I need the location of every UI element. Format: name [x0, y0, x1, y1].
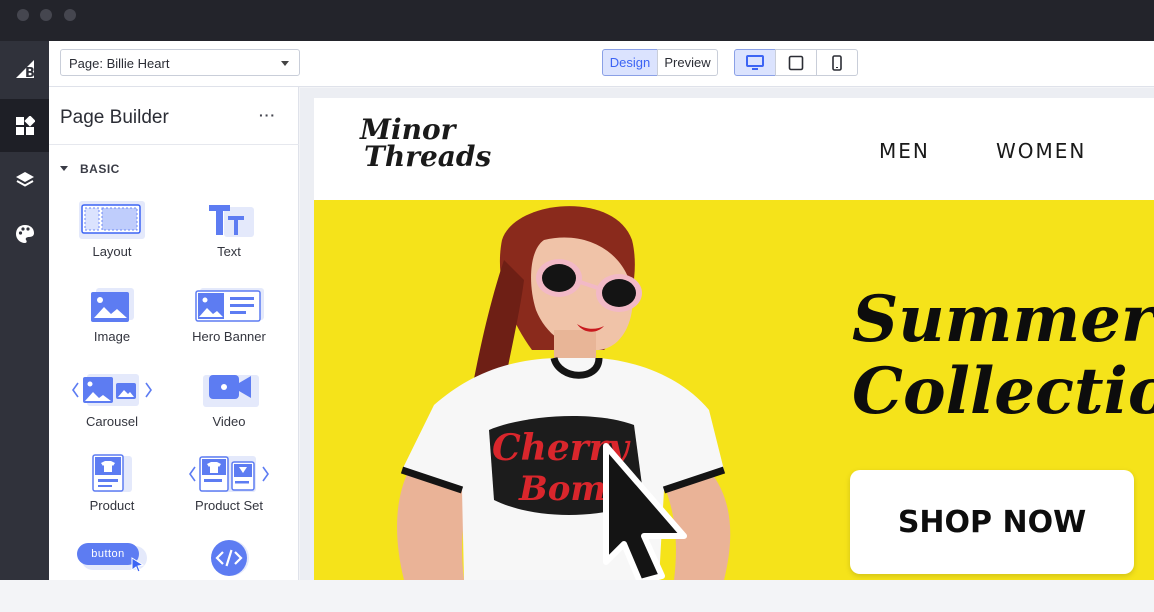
- hero-headline: Summer Collectio: [852, 284, 1154, 428]
- layout-icon: [57, 199, 167, 241]
- widget-button[interactable]: button: [57, 537, 167, 612]
- section-basic-header[interactable]: BASIC: [80, 162, 120, 176]
- hero-banner[interactable]: Cherry Bomb Summer Collectio SHOP NOW: [314, 200, 1154, 580]
- cursor-arrow-icon: [131, 557, 145, 573]
- widget-product[interactable]: Product: [57, 453, 167, 528]
- design-mode-button[interactable]: Design: [602, 49, 658, 76]
- headline-line-1: Summer: [852, 282, 1154, 357]
- button-icon: button: [57, 537, 167, 579]
- tablet-view-button[interactable]: [775, 49, 817, 76]
- window-title-bar: [0, 0, 1154, 41]
- hero-model-image: Cherry Bomb: [397, 206, 731, 580]
- theme-palette-icon[interactable]: [0, 207, 49, 260]
- svg-text:B: B: [25, 66, 35, 81]
- widget-image[interactable]: Image: [57, 284, 167, 359]
- desktop-view-button[interactable]: [734, 49, 776, 76]
- product-set-icon: [174, 453, 284, 495]
- page-builder-panel: Page Builder ··· BASIC Layout Text Image…: [49, 87, 299, 580]
- hero-banner-icon: [174, 284, 284, 326]
- bigcommerce-logo-icon[interactable]: B: [0, 43, 49, 96]
- window-minimize-dot[interactable]: [40, 9, 52, 21]
- carousel-icon: [57, 369, 167, 411]
- shop-now-button[interactable]: SHOP NOW: [850, 470, 1134, 574]
- widget-label: Video: [212, 414, 246, 429]
- top-toolbar: Page: Billie Heart Design Preview: [49, 41, 1154, 87]
- button-widget-sample: button: [77, 543, 139, 565]
- widget-label: Hero Banner: [192, 329, 266, 344]
- page-selector-dropdown[interactable]: Page: Billie Heart: [60, 49, 300, 76]
- widget-label: Product Set: [195, 498, 263, 513]
- more-options-button[interactable]: ···: [259, 107, 276, 123]
- logo-line-2: Threads: [364, 140, 492, 173]
- video-icon: [174, 369, 284, 411]
- image-icon: [57, 284, 167, 326]
- store-logo[interactable]: Minor Threads: [360, 113, 492, 173]
- mobile-view-button[interactable]: [816, 49, 858, 76]
- panel-title: Page Builder: [60, 107, 169, 128]
- widget-text[interactable]: Text: [174, 199, 284, 274]
- widget-product-set[interactable]: Product Set: [174, 453, 284, 528]
- widget-hero-banner[interactable]: Hero Banner: [174, 284, 284, 359]
- panel-divider: [49, 144, 299, 145]
- widget-video[interactable]: Video: [174, 369, 284, 444]
- window-close-dot[interactable]: [17, 9, 29, 21]
- preview-mode-button[interactable]: Preview: [657, 49, 718, 76]
- widget-layout[interactable]: Layout: [57, 199, 167, 274]
- widget-label: Image: [93, 329, 131, 344]
- desktop-icon: [746, 54, 764, 70]
- nav-link-women[interactable]: WOMEN: [996, 139, 1086, 163]
- nav-link-men[interactable]: MEN: [879, 139, 930, 163]
- site-header: Minor Threads MEN WOMEN: [314, 98, 1154, 200]
- widget-label: Product: [89, 498, 135, 513]
- left-rail: B: [0, 41, 49, 580]
- widget-html[interactable]: [174, 537, 284, 612]
- html-code-icon: [174, 537, 284, 579]
- headline-line-2: Collectio: [852, 354, 1154, 429]
- page-selector-label: Page: Billie Heart: [69, 56, 170, 71]
- widgets-icon[interactable]: [0, 99, 49, 152]
- widget-label: Carousel: [85, 414, 139, 429]
- collapse-triangle-icon[interactable]: [60, 166, 68, 171]
- layers-icon[interactable]: [0, 153, 49, 206]
- chevron-down-icon: [281, 61, 289, 66]
- widget-label: Layout: [92, 244, 132, 259]
- logo-line-1: Minor: [360, 113, 456, 146]
- widget-carousel[interactable]: Carousel: [57, 369, 167, 444]
- mobile-icon: [832, 54, 842, 71]
- storefront-preview[interactable]: Minor Threads MEN WOMEN Cherry Bomb Summ…: [314, 98, 1154, 580]
- widget-label: Text: [217, 244, 241, 259]
- product-icon: [57, 453, 167, 495]
- tablet-icon: [788, 55, 804, 70]
- text-icon: [174, 199, 284, 241]
- window-maximize-dot[interactable]: [64, 9, 76, 21]
